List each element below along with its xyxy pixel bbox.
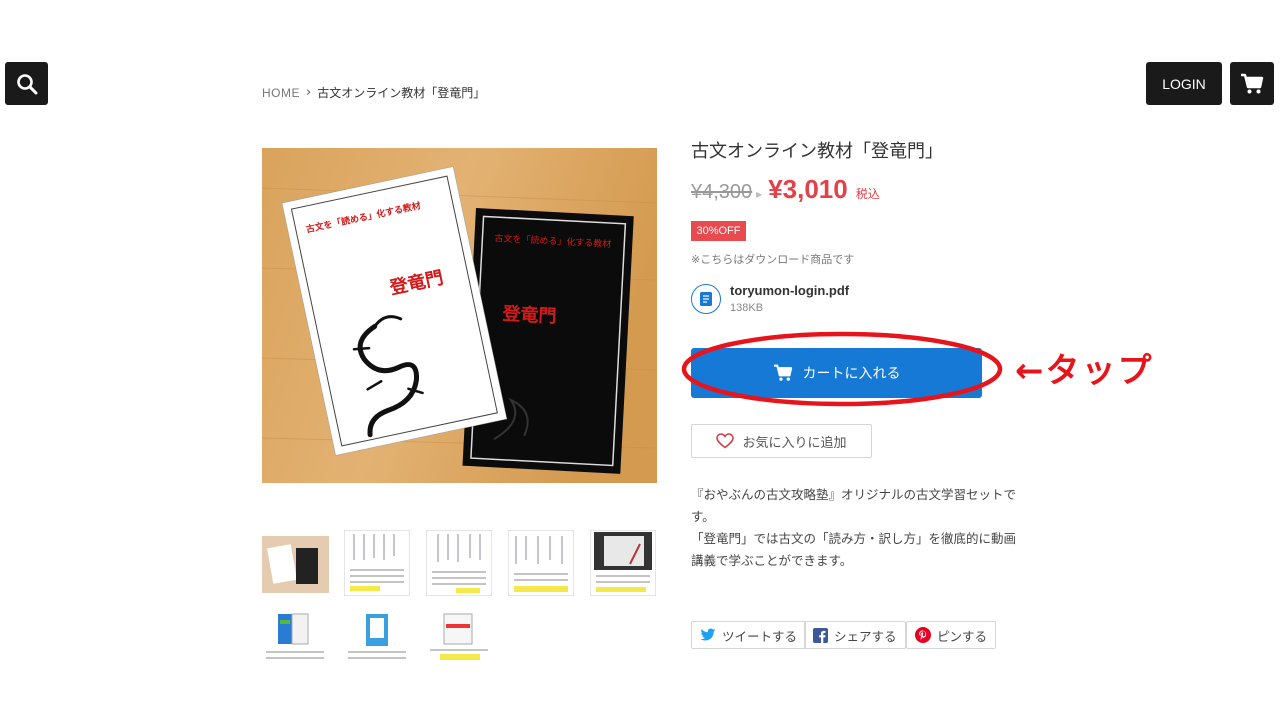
product-main-image[interactable]: 古文を「読める」化する教材 登竜門 古文を「読める」化する教材 登竜門	[262, 148, 657, 483]
cart-button[interactable]	[1230, 62, 1274, 105]
highlight-ellipse	[681, 331, 1003, 407]
description-line: 『おやぶんの古文攻略塾』オリジナルの古文学習セットで	[691, 487, 1017, 502]
pinterest-icon	[915, 627, 931, 643]
facebook-icon	[813, 627, 828, 643]
thumbnail-book[interactable]	[262, 612, 328, 678]
search-icon	[16, 73, 37, 94]
heart-icon	[716, 433, 735, 449]
thumbnail-book[interactable]	[344, 612, 410, 678]
discount-badge: 30%OFF	[691, 221, 746, 241]
add-to-favorites-button[interactable]: お気に入りに追加	[691, 424, 872, 458]
tweet-button[interactable]: ツイートする	[691, 621, 807, 649]
file-size: 138KB	[730, 302, 764, 314]
breadcrumb: HOME › 古文オンライン教材「登竜門」	[262, 84, 485, 101]
price-arrow-icon: ▸	[756, 187, 763, 201]
product-description: 『おやぶんの古文攻略塾』オリジナルの古文学習セットで す。 「登竜門」では古文の…	[691, 484, 1021, 572]
description-line: 講義で学ぶことができます。	[691, 553, 853, 568]
facebook-share-label: シェアする	[834, 628, 897, 644]
pinterest-button[interactable]: ピンする	[906, 621, 997, 649]
tap-annotation: ←タップ	[1015, 351, 1154, 391]
product-title: 古文オンライン教材「登竜門」	[691, 141, 943, 162]
thumbnail-book[interactable]	[426, 612, 492, 678]
thumbnail-video[interactable]	[590, 530, 656, 596]
description-line: す。	[691, 509, 715, 524]
thumbnail-page[interactable]	[426, 530, 492, 596]
black-cover-title: 登竜門	[501, 302, 557, 327]
sale-price: ¥3,010	[768, 174, 848, 204]
breadcrumb-separator: ›	[306, 85, 312, 100]
login-button[interactable]: LOGIN	[1146, 62, 1222, 105]
file-icon	[691, 284, 721, 314]
tweet-label: ツイートする	[722, 628, 798, 644]
download-note: ※こちらはダウンロード商品です	[691, 253, 855, 266]
cart-icon	[1241, 73, 1264, 93]
twitter-icon	[700, 628, 716, 641]
description-line: 「登竜門」では古文の「読み方・訳し方」を徹底的に動画	[691, 531, 1017, 546]
breadcrumb-home-link[interactable]: HOME	[262, 86, 300, 100]
thumbnail-page[interactable]	[344, 530, 410, 596]
tax-label: 税込	[855, 187, 880, 201]
search-button[interactable]	[5, 62, 48, 105]
thumbnail-cover[interactable]	[262, 536, 329, 593]
price-row: ¥4,300 ▸ ¥3,010 税込	[691, 174, 880, 205]
breadcrumb-current: 古文オンライン教材「登竜門」	[317, 86, 486, 100]
original-price: ¥4,300	[691, 181, 753, 203]
file-name: toryumon-login.pdf	[730, 283, 850, 298]
pin-label: ピンする	[937, 628, 988, 644]
thumbnail-page[interactable]	[508, 530, 574, 596]
facebook-share-button[interactable]: シェアする	[804, 621, 906, 649]
favorites-label: お気に入りに追加	[742, 435, 847, 451]
